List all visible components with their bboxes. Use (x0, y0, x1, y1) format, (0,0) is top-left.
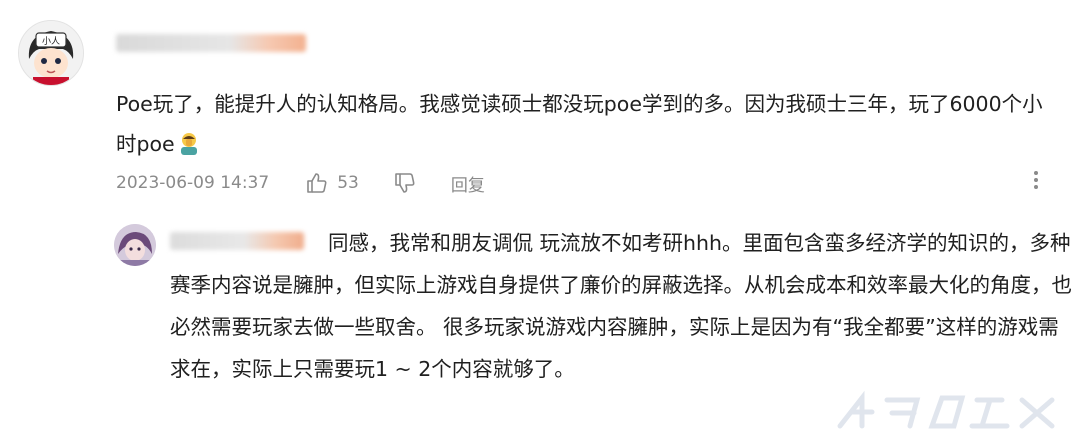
reply-body: 同感，我常和朋友调侃 玩流放不如考研hhh。里面包含蛮多经济学的知识的，多种赛季… (170, 231, 1072, 381)
like-count: 53 (337, 173, 359, 193)
watermark-logo-icon (832, 386, 1072, 436)
comment-timestamp: 2023-06-09 14:37 (116, 173, 270, 193)
replier-avatar[interactable] (114, 224, 156, 266)
thumbs-down-icon[interactable] (393, 171, 417, 195)
comment-body: Poe玩了，能提升人的认知格局。我感觉读硕士都没玩poe学到的多。因为我硕士三年… (116, 84, 1046, 164)
commenter-name-blurred[interactable] (116, 34, 306, 52)
avatar-portrait-icon (114, 224, 156, 266)
thumbs-up-icon[interactable] (305, 171, 329, 195)
person-facepalming-emoji (177, 128, 201, 155)
avatar-label: 小人 (42, 36, 60, 47)
comment-text: Poe玩了，能提升人的认知格局。我感觉读硕士都没玩poe学到的多。因为我硕士三年… (116, 92, 1043, 156)
more-vertical-icon[interactable] (1026, 168, 1046, 192)
commenter-avatar[interactable]: 小人 (18, 20, 84, 86)
comment-meta: 2023-06-09 14:37 53 回复 (116, 170, 485, 196)
avatar-cartoon-icon: 小人 (19, 21, 83, 85)
reply-button[interactable]: 回复 (451, 171, 485, 196)
